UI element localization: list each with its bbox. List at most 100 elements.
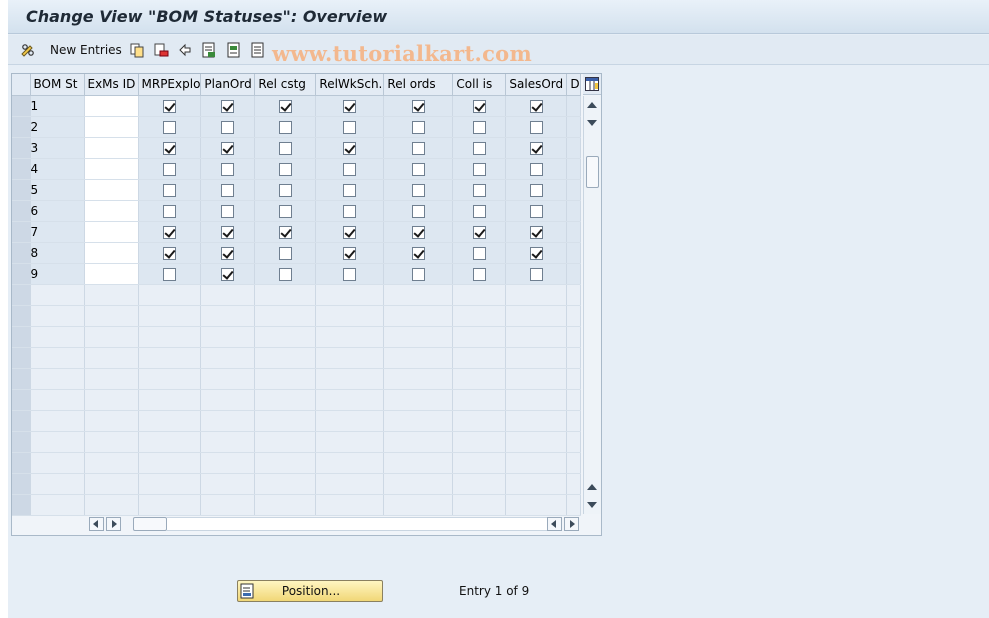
rel-ords-checkbox[interactable] (411, 183, 425, 197)
rel-ords-checkbox[interactable] (411, 162, 425, 176)
rel-cstg-checkbox[interactable] (278, 225, 292, 239)
row-selector[interactable] (12, 368, 31, 390)
salesord-checkbox[interactable] (529, 204, 543, 218)
coll-is-checkbox[interactable] (472, 246, 486, 260)
deselect-all-button[interactable] (250, 41, 266, 59)
rel-ords-checkbox[interactable] (411, 246, 425, 260)
scroll-line-up-icon[interactable] (587, 484, 597, 490)
column-header-mrpexplo[interactable]: MRPExplo (138, 74, 202, 96)
rel-ords-checkbox[interactable] (411, 120, 425, 134)
select-all-corner[interactable] (12, 74, 31, 96)
salesord-checkbox[interactable] (529, 246, 543, 260)
rel-cstg-checkbox[interactable] (278, 267, 292, 281)
relwksch-checkbox[interactable] (343, 99, 357, 113)
coll-is-checkbox[interactable] (472, 99, 486, 113)
row-selector[interactable] (12, 452, 31, 474)
display-change-button[interactable] (20, 41, 36, 59)
row-selector[interactable] (12, 284, 31, 306)
salesord-checkbox[interactable] (529, 225, 543, 239)
row-selector[interactable] (12, 116, 31, 138)
row-selector[interactable] (12, 473, 31, 495)
exms-id-input[interactable] (84, 242, 139, 264)
mrpexplo-checkbox[interactable] (162, 99, 176, 113)
column-header-salesord[interactable]: SalesOrd (505, 74, 568, 96)
relwksch-checkbox[interactable] (343, 225, 357, 239)
rel-cstg-checkbox[interactable] (278, 246, 292, 260)
rel-ords-checkbox[interactable] (411, 225, 425, 239)
row-selector[interactable] (12, 494, 31, 516)
salesord-checkbox[interactable] (529, 120, 543, 134)
column-settings-button[interactable] (583, 74, 601, 95)
planord-checkbox[interactable] (221, 141, 235, 155)
column-header-planord[interactable]: PlanOrd (200, 74, 256, 96)
rel-cstg-checkbox[interactable] (278, 120, 292, 134)
select-all-button[interactable] (201, 41, 217, 59)
mrpexplo-checkbox[interactable] (162, 183, 176, 197)
column-header-rel-cstg[interactable]: Rel cstg (254, 74, 317, 96)
column-header-coll-is[interactable]: Coll is (452, 74, 507, 96)
rel-cstg-checkbox[interactable] (278, 204, 292, 218)
exms-id-input[interactable] (84, 137, 139, 159)
coll-is-checkbox[interactable] (472, 225, 486, 239)
planord-checkbox[interactable] (221, 120, 235, 134)
rel-cstg-checkbox[interactable] (278, 162, 292, 176)
mrpexplo-checkbox[interactable] (162, 204, 176, 218)
planord-checkbox[interactable] (221, 162, 235, 176)
rel-ords-checkbox[interactable] (411, 204, 425, 218)
row-selector[interactable] (12, 95, 31, 117)
mrpexplo-checkbox[interactable] (162, 141, 176, 155)
row-selector[interactable] (12, 305, 31, 327)
exms-id-input[interactable] (84, 95, 139, 117)
row-selector[interactable] (12, 431, 31, 453)
relwksch-checkbox[interactable] (343, 162, 357, 176)
rel-cstg-checkbox[interactable] (278, 99, 292, 113)
mrpexplo-checkbox[interactable] (162, 162, 176, 176)
relwksch-checkbox[interactable] (343, 141, 357, 155)
salesord-checkbox[interactable] (529, 183, 543, 197)
row-selector[interactable] (12, 410, 31, 432)
row-selector[interactable] (12, 137, 31, 159)
mrpexplo-checkbox[interactable] (162, 225, 176, 239)
scroll-right-button[interactable] (106, 517, 121, 531)
undo-change-button[interactable] (177, 41, 193, 59)
column-header-d[interactable]: D (566, 74, 582, 96)
horizontal-scroll-track[interactable] (167, 517, 555, 531)
exms-id-input[interactable] (84, 158, 139, 180)
vertical-scrollbar[interactable] (583, 96, 601, 514)
row-selector[interactable] (12, 347, 31, 369)
rel-cstg-checkbox[interactable] (278, 141, 292, 155)
row-selector[interactable] (12, 221, 31, 243)
row-selector[interactable] (12, 242, 31, 264)
delete-button[interactable] (153, 41, 169, 59)
row-selector[interactable] (12, 200, 31, 222)
vertical-scroll-thumb[interactable] (586, 156, 599, 188)
relwksch-checkbox[interactable] (343, 120, 357, 134)
exms-id-input[interactable] (84, 179, 139, 201)
salesord-checkbox[interactable] (529, 99, 543, 113)
coll-is-checkbox[interactable] (472, 267, 486, 281)
row-selector[interactable] (12, 158, 31, 180)
coll-is-checkbox[interactable] (472, 141, 486, 155)
exms-id-input[interactable] (84, 200, 139, 222)
select-block-button[interactable] (226, 41, 242, 59)
planord-checkbox[interactable] (221, 267, 235, 281)
coll-is-checkbox[interactable] (472, 183, 486, 197)
horizontal-scrollbar[interactable] (85, 516, 581, 532)
scroll-far-left-button[interactable] (547, 517, 562, 531)
scroll-page-up-icon[interactable] (587, 102, 597, 108)
mrpexplo-checkbox[interactable] (162, 267, 176, 281)
exms-id-input[interactable] (84, 263, 139, 285)
rel-ords-checkbox[interactable] (411, 267, 425, 281)
exms-id-input[interactable] (84, 221, 139, 243)
coll-is-checkbox[interactable] (472, 204, 486, 218)
rel-ords-checkbox[interactable] (411, 141, 425, 155)
position-button[interactable]: Position... (237, 580, 383, 602)
horizontal-scroll-thumb[interactable] (133, 517, 167, 531)
planord-checkbox[interactable] (221, 246, 235, 260)
relwksch-checkbox[interactable] (343, 246, 357, 260)
scroll-left-button[interactable] (89, 517, 104, 531)
mrpexplo-checkbox[interactable] (162, 246, 176, 260)
row-selector[interactable] (12, 263, 31, 285)
relwksch-checkbox[interactable] (343, 267, 357, 281)
salesord-checkbox[interactable] (529, 267, 543, 281)
